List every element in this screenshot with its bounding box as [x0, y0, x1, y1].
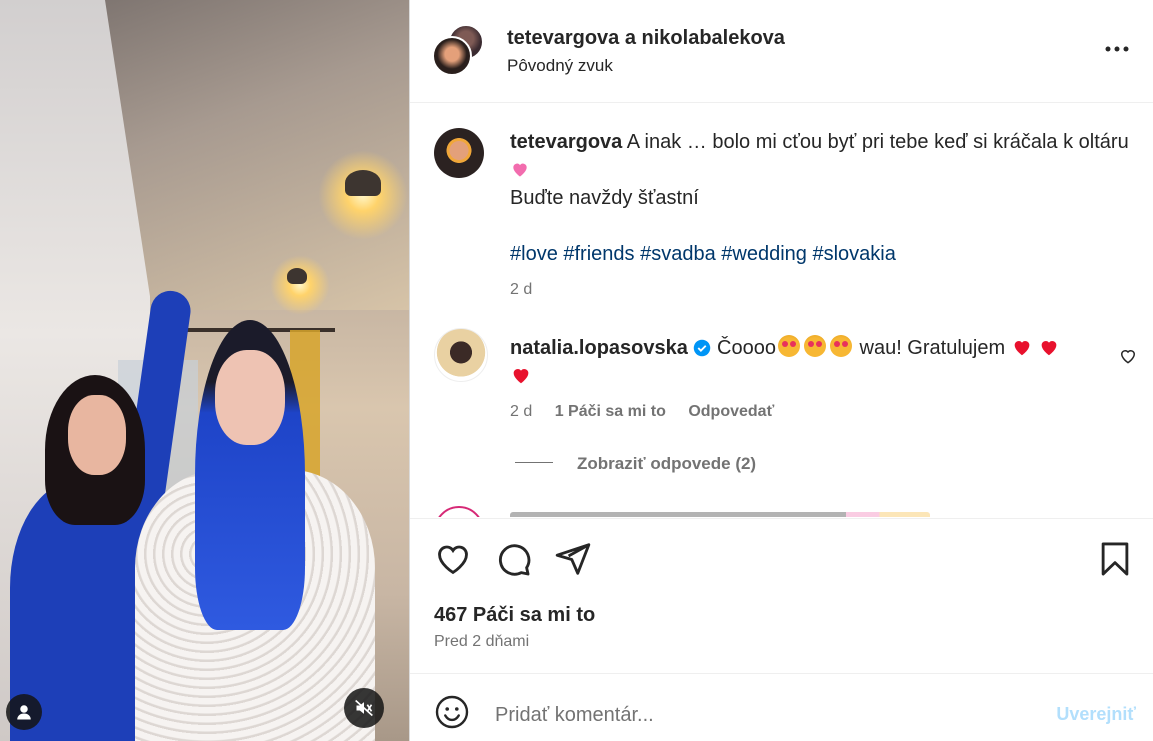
collab-avatars[interactable]: [432, 24, 486, 78]
comment-icon[interactable]: [494, 540, 532, 578]
red-heart-icon: [1041, 341, 1057, 356]
partial-comment: [510, 512, 930, 517]
caption-text: A inak … bolo mi cťou byť pri tebe keď s…: [626, 131, 1129, 153]
caption-username[interactable]: tetevargova: [510, 131, 622, 153]
heart-eyes-emoji-icon: [829, 335, 852, 357]
comment-composer: Pridať komentár... Uverejniť: [410, 673, 1153, 741]
person-icon[interactable]: [6, 694, 42, 730]
hashtag-link[interactable]: #friends: [563, 243, 634, 265]
view-replies-label: Zobraziť odpovede (2): [577, 454, 757, 473]
comment-like-heart-icon[interactable]: [1118, 346, 1138, 366]
red-heart-icon: [1014, 341, 1030, 356]
post-comment-button[interactable]: Uverejniť: [1056, 704, 1136, 725]
comment-text: Čoooo: [717, 337, 776, 359]
reply-button[interactable]: Odpovedať: [688, 403, 774, 420]
post-time[interactable]: Pred 2 dňami: [434, 633, 529, 651]
post-owners: tetevargova a nikolabalekova: [507, 27, 785, 50]
comments-list[interactable]: tetevargova A inak … bolo mi cťou byť pr…: [410, 104, 1153, 517]
owner-username[interactable]: tetevargova: [507, 27, 619, 49]
owner-joiner: a: [624, 27, 636, 49]
action-bar: 467 Páči sa mi to Pred 2 dňami: [410, 518, 1153, 673]
view-replies-button[interactable]: Zobraziť odpovede (2): [515, 454, 756, 474]
comment-meta: 2 d 1 Páči sa mi to Odpovedať: [510, 398, 1110, 426]
comment-username[interactable]: natalia.lopasovska: [510, 337, 688, 359]
more-horizontal-icon[interactable]: [1104, 38, 1130, 60]
send-icon[interactable]: [554, 540, 592, 578]
post-video[interactable]: [0, 0, 409, 741]
pink-heart-icon: [513, 163, 527, 177]
comment-age[interactable]: 2 d: [510, 403, 532, 420]
ceiling-lamp: [287, 268, 307, 284]
hashtag-link[interactable]: #love: [510, 243, 558, 265]
heart-eyes-emoji-icon: [803, 335, 826, 357]
heart-icon[interactable]: [434, 540, 472, 578]
caption-age[interactable]: 2 d: [510, 276, 1130, 304]
red-heart-icon: [513, 369, 529, 384]
collaborator-username[interactable]: nikolabalekova: [642, 27, 785, 49]
bride: [135, 320, 375, 741]
verified-badge-icon: [694, 339, 711, 357]
likes-count[interactable]: 467 Páči sa mi to: [434, 604, 595, 627]
ceiling-lamp: [345, 170, 381, 196]
avatar[interactable]: [434, 128, 484, 178]
audio-link[interactable]: Pôvodný zvuk: [507, 56, 613, 76]
avatar[interactable]: [434, 506, 484, 517]
replies-divider: [515, 462, 553, 463]
post-header: tetevargova a nikolabalekova Pôvodný zvu…: [410, 0, 1153, 103]
comment-likes[interactable]: 1 Páči sa mi to: [555, 403, 666, 420]
post-detail-panel: tetevargova a nikolabalekova Pôvodný zvu…: [409, 0, 1153, 741]
lamp-glow: [270, 255, 330, 315]
hashtag-link[interactable]: #svadba: [640, 243, 716, 265]
hashtag-link[interactable]: #slovakia: [812, 243, 895, 265]
avatar[interactable]: [432, 36, 472, 76]
comment-text-2: wau! Gratulujem: [859, 337, 1006, 359]
smiley-icon[interactable]: [434, 694, 470, 730]
speaker-muted-icon[interactable]: [344, 688, 384, 728]
comment: natalia.lopasovska Čoooo wau! Gratulujem…: [510, 334, 1110, 426]
comment-input[interactable]: Pridať komentár...: [495, 704, 654, 727]
avatar[interactable]: [434, 328, 488, 382]
hashtag-link[interactable]: #wedding: [721, 243, 807, 265]
caption: tetevargova A inak … bolo mi cťou byť pr…: [510, 128, 1130, 304]
heart-eyes-emoji-icon: [777, 335, 800, 357]
caption-text-line2: Buďte navždy šťastní: [510, 187, 699, 209]
bookmark-icon[interactable]: [1096, 540, 1134, 578]
